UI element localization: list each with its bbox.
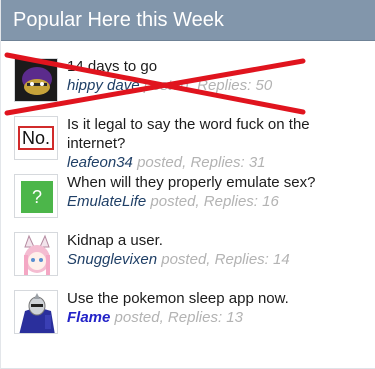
widget-title: Popular Here this Week (1, 0, 375, 41)
replies-label: Replies: (214, 251, 269, 268)
question-mark-avatar-icon[interactable]: ? (14, 174, 58, 218)
thread-username[interactable]: Flame (67, 309, 110, 326)
thread-username[interactable]: hippy dave (67, 77, 140, 94)
thread-meta: Flame posted, Replies: 13 (67, 308, 369, 327)
thread-title[interactable]: Is it legal to say the word fuck on the … (67, 115, 369, 153)
thread-item[interactable]: Use the pokemon sleep app now. Flame pos… (1, 285, 375, 343)
no-sign-avatar-icon[interactable]: No. (14, 116, 58, 160)
thread-username[interactable]: EmulateLife (67, 193, 146, 210)
posted-label: posted, (150, 193, 200, 210)
thread-content: 14 days to go hippy dave posted, Replies… (67, 57, 369, 95)
thread-item[interactable]: Kidnap a user. Snugglevixen posted, Repl… (1, 227, 375, 285)
question-mark: ? (31, 187, 42, 207)
thread-content: When will they properly emulate sex? Emu… (67, 173, 369, 211)
purple-blob-avatar-icon[interactable] (14, 58, 58, 102)
replies-count: 14 (273, 251, 290, 268)
popular-threads-widget: Popular Here this Week 14 days to go hip… (0, 0, 375, 369)
thread-content: Use the pokemon sleep app now. Flame pos… (67, 289, 369, 327)
thread-item[interactable]: ? When will they properly emulate sex? E… (1, 169, 375, 227)
replies-count: 50 (255, 77, 273, 94)
replies-count: 13 (226, 309, 243, 326)
thread-title[interactable]: Use the pokemon sleep app now. (67, 289, 369, 308)
thread-list: 14 days to go hippy dave posted, Replies… (1, 41, 375, 343)
replies-label: Replies: (203, 193, 258, 210)
thread-content: Kidnap a user. Snugglevixen posted, Repl… (67, 231, 369, 269)
replies-label: Replies: (197, 77, 252, 94)
replies-count: 16 (262, 193, 279, 210)
thread-item[interactable]: No. Is it legal to say the word fuck on … (1, 111, 375, 172)
thread-meta: EmulateLife posted, Replies: 16 (67, 192, 369, 211)
posted-label: posted, (114, 309, 164, 326)
thread-item[interactable]: 14 days to go hippy dave posted, Replies… (1, 53, 375, 111)
replies-label: Replies: (167, 309, 223, 326)
thread-username[interactable]: Snugglevixen (67, 251, 157, 268)
thread-meta: Snugglevixen posted, Replies: 14 (67, 250, 369, 269)
thread-title[interactable]: 14 days to go (67, 57, 369, 76)
posted-label: posted, (143, 77, 193, 94)
no-sign-text: No. (21, 128, 50, 148)
robot-avatar-icon[interactable] (14, 290, 58, 334)
thread-content: Is it legal to say the word fuck on the … (67, 115, 369, 172)
posted-label: posted, (161, 251, 211, 268)
thread-title[interactable]: Kidnap a user. (67, 231, 369, 250)
thread-title[interactable]: When will they properly emulate sex? (67, 173, 369, 192)
fox-girl-avatar-icon[interactable] (14, 232, 58, 276)
thread-meta: hippy dave posted, Replies: 50 (67, 76, 369, 95)
